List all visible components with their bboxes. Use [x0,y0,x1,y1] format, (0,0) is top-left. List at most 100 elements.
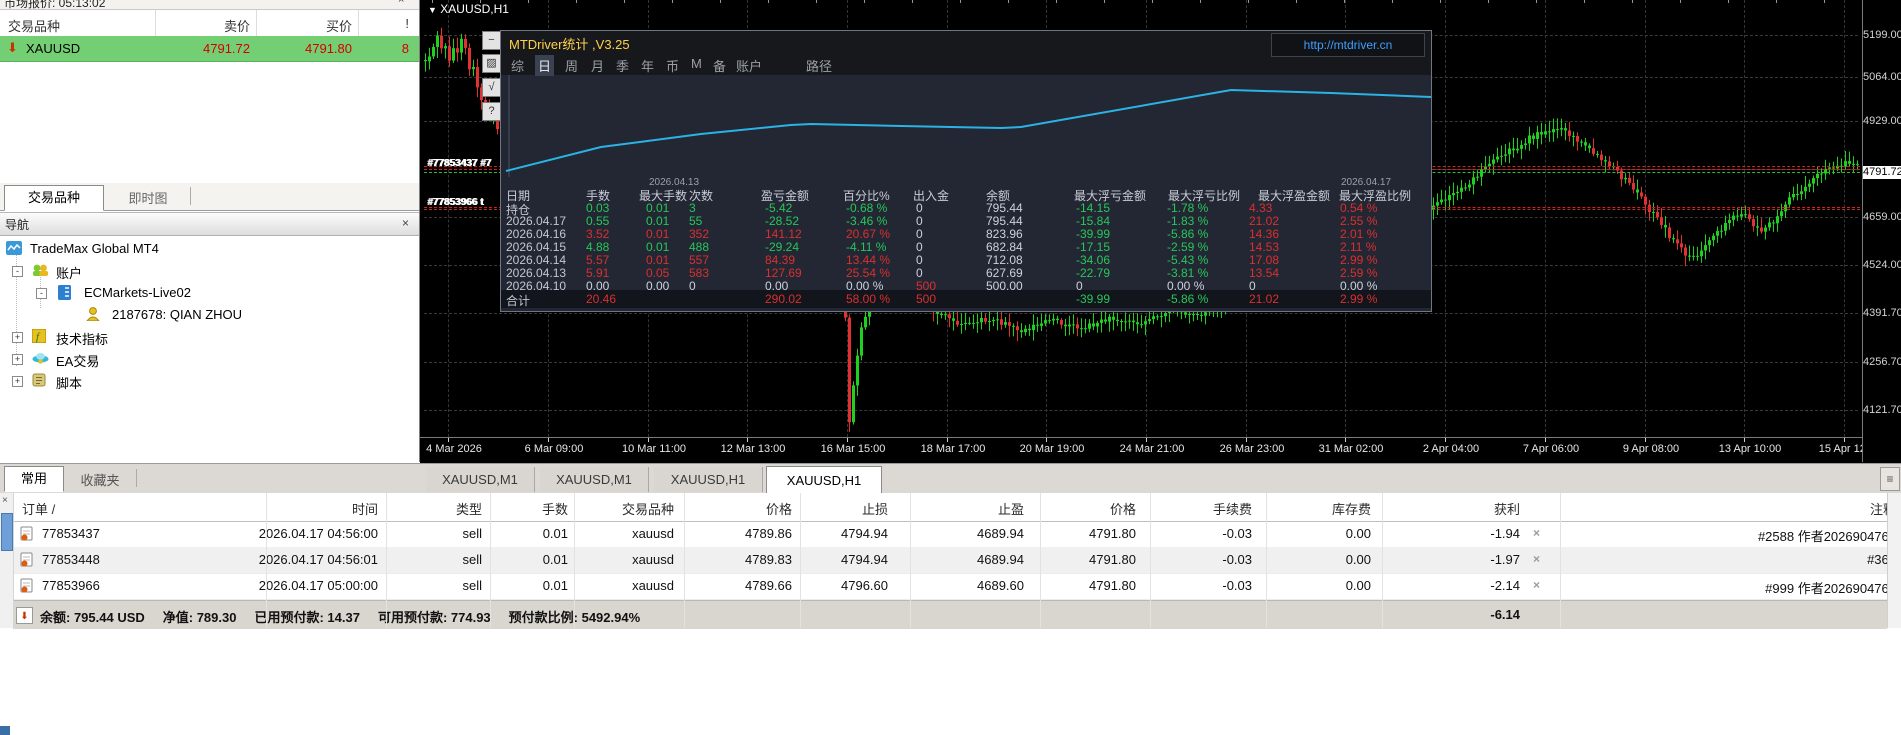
tree-toggle-collapse[interactable]: - [12,266,23,277]
stats-cell: -5.86 % [1167,227,1209,241]
tab-symbols[interactable]: 交易品种 [4,185,104,211]
chart-price-axis: 4791.72 5199.00 5064.00 4929.00 4659.00 4524… [1862,0,1901,462]
tab-common[interactable]: 常用 [4,466,64,492]
snapshot-button[interactable]: ▨ [482,54,501,73]
order-row[interactable]: 77853966 2026.04.17 05:00:00 sell 0.01 xauus… [13,573,1896,600]
stats-cell: -2.59 % [1167,240,1209,254]
mtdriver-stats-panel[interactable]: MTDriver统计 ,V3.25 http://mtdriver.cn 综日周… [500,30,1432,312]
vertical-splitter[interactable] [419,0,420,462]
chart-tab-3[interactable]: XAUUSD,H1 [654,467,763,492]
stats-menu-item-4[interactable]: 月 [591,56,604,75]
market-watch-close-icon[interactable]: × [398,0,404,6]
terminal-col-header[interactable]: 订单 / [22,499,55,518]
stats-cell: 14.53 [1249,240,1280,254]
tree-toggle-expand[interactable]: + [12,332,23,343]
stats-cell: 0.00 % [846,279,884,293]
minimize-button[interactable]: − [482,31,501,50]
stats-menu-item-6[interactable]: 年 [641,56,654,75]
chart-tab-1[interactable]: XAUUSD,M1 [426,467,535,492]
terminal-header: 订单 / 时间 类型 手数 交易品种 价格 止损 止盈 价格 手续费 库存费 获利 注释 [0,493,1901,522]
stats-cell: 2026.04.17 [506,214,567,228]
sidebar-item-5[interactable]: + EA交易 [0,348,419,370]
stats-cell: 84.39 [765,253,796,267]
order-ticket: 77853437 [42,526,100,541]
sidebar-item-3[interactable]: 2187678: QIAN ZHOU [0,304,419,326]
column-symbol[interactable]: 交易品种 [8,16,60,35]
stats-cell: 3.52 [586,227,610,241]
mtdriver-url-link[interactable]: http://mtdriver.cn [1271,33,1425,57]
column-bid[interactable]: 卖价 [212,16,250,35]
sidebar-item-0[interactable]: TradeMax Global MT4 [0,238,419,260]
column-ask[interactable]: 买价 [314,16,352,35]
stats-menu-item-7[interactable]: 币 [666,56,679,75]
close-order-button[interactable]: × [1533,552,1540,566]
stats-cell: 2.99 % [1340,292,1378,306]
stats-cell: -14.15 [1076,201,1111,215]
close-order-button[interactable]: × [1533,578,1540,592]
stats-cell: -39.99 [1076,227,1111,241]
price-axis-label: 4121.70 [1863,404,1901,416]
stats-cell: 0.00 % [1167,279,1205,293]
order-row[interactable]: 77853437 2026.04.17 04:56:00 sell 0.01 xauus… [13,521,1896,548]
terminal-col-header[interactable]: 获利 [1320,499,1520,518]
stats-cell: -22.79 [1076,266,1111,280]
sidebar-item-1[interactable]: - 账户 [0,260,419,282]
stats-cell: 583 [689,266,710,280]
stats-cell: 0.05 [646,266,670,280]
sidebar-item-2[interactable]: - ECMarkets-Live02 [0,282,419,304]
server-icon [58,285,71,303]
help-button[interactable]: ? [482,102,501,121]
stats-cell: 712.08 [986,253,1023,267]
market-watch-header: 交易品种 卖价 买价 ! [0,10,419,37]
dropdown-icon[interactable]: ▼ [428,5,437,15]
stats-menu-item-2[interactable]: 日 [535,55,555,76]
time-tick [1246,438,1247,442]
stats-cell: -39.99 [1076,292,1111,306]
order-icon [20,526,33,544]
stats-cell: 2026.04.15 [506,240,567,254]
stats-menu-item-1[interactable]: 综 [511,56,524,75]
stats-menu-item-3[interactable]: 周 [565,56,578,75]
time-axis-label: 13 Apr 10:00 [1718,443,1782,455]
tree-toggle-expand[interactable]: + [12,354,23,365]
tab-favorites[interactable]: 收藏夹 [68,470,132,489]
column-spread[interactable]: ! [395,16,409,31]
sidebar-item-4[interactable]: + f 技术指标 [0,326,419,348]
close-order-button[interactable]: × [1533,526,1540,540]
time-axis-label: 24 Mar 21:00 [1119,443,1185,455]
terminal-right-scrollbar[interactable] [1887,493,1901,628]
order-cell: -1.94 [1490,526,1520,541]
stats-menu-item-5[interactable]: 季 [616,56,629,75]
stats-menu-item-11[interactable]: 路径 [806,56,832,75]
tree-toggle-expand[interactable]: + [12,376,23,387]
balance-segment-3: 已用预付款: 14.37 [254,610,360,625]
balance-summary-text: 余额: 795.44 USD 净值: 789.30 已用预付款: 14.37 可用预付… [40,607,658,626]
chart-tab-2[interactable]: XAUUSD,M1 [540,467,649,492]
time-tick [947,438,948,442]
stats-menu-item-9[interactable]: 备 [713,56,726,75]
price-axis-label: 4659.00 [1863,211,1901,223]
stats-cell: 127.69 [765,266,802,280]
order-icon [20,578,33,596]
market-watch-row-xauusd[interactable]: ⬇ XAUUSD 4791.72 4791.80 8 [0,36,419,62]
sidebar-item-6[interactable]: + 脚本 [0,370,419,392]
navigator-close-icon[interactable]: × [402,216,409,230]
apply-button[interactable]: √ [482,78,501,97]
chart-tab-4[interactable]: XAUUSD,H1 [766,466,882,494]
tab-list-button[interactable]: ≡ [1880,467,1900,491]
chart-time-axis: 4 Mar 2026 6 Mar 09:00 10 Mar 11:00 12 Mar … [420,437,1901,463]
terminal-close-icon[interactable]: × [2,495,8,506]
stats-menu-item-8[interactable]: M [691,56,702,71]
terminal-left-scrollbar[interactable]: × [0,493,14,628]
scrollbar-thumb[interactable] [1,513,13,551]
stats-menu-item-10[interactable]: 账户 [736,56,762,75]
column-divider [490,493,491,628]
stats-cell: 0.00 % [1340,279,1378,293]
tree-toggle-collapse[interactable]: - [36,288,47,299]
terminal-col-header[interactable]: 注释 [1696,499,1896,518]
order-row[interactable]: 77853448 2026.04.17 04:56:01 sell 0.01 xauus… [13,547,1896,574]
stats-cell: -5.43 % [1167,253,1209,267]
balance-segment-4: 可用预付款: 774.93 [377,610,491,625]
stats-cell: 2.55 % [1340,214,1378,228]
tab-tick-chart[interactable]: 即时图 [110,188,186,207]
